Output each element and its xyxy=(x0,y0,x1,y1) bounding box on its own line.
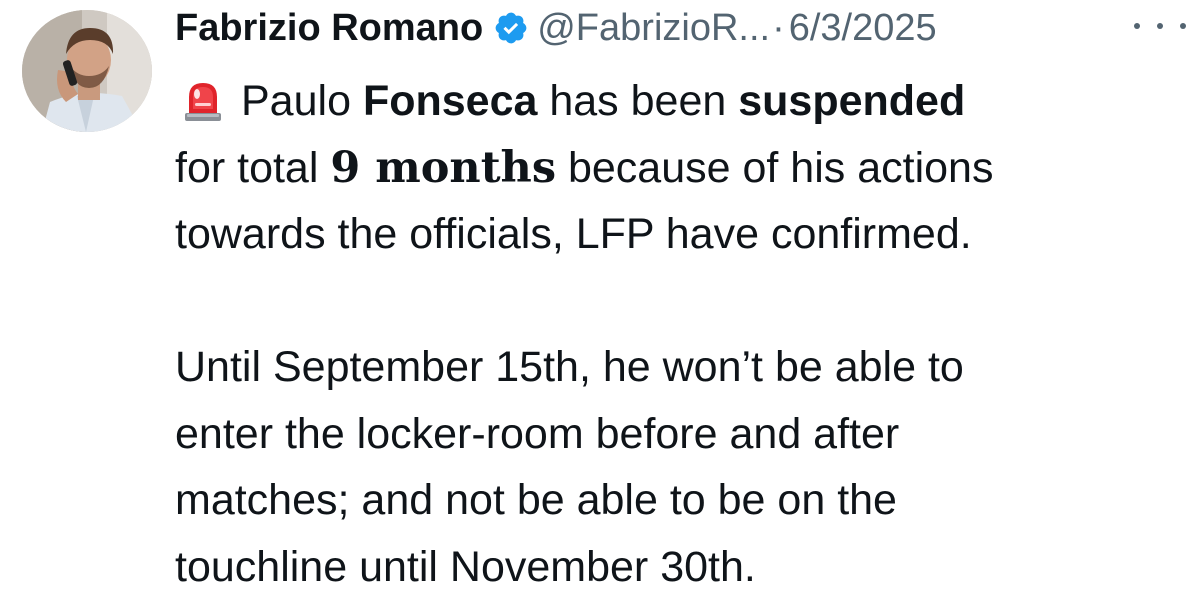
tweet-card[interactable]: Fabrizio Romano @FabrizioR... · 6/3/2025 xyxy=(0,0,1200,588)
paragraph-break xyxy=(175,268,1185,335)
tweet-line-5: enter the locker-room before and after xyxy=(175,401,1185,468)
header-separator: · xyxy=(772,7,785,50)
tweet-header: Fabrizio Romano @FabrizioR... · 6/3/2025 xyxy=(175,2,937,54)
tweet-line-7: touchline until November 30th. xyxy=(175,534,1185,600)
tweet-text-bold: suspended xyxy=(738,77,965,125)
tweet-text-segment: Paulo xyxy=(241,77,363,125)
tweet-line-3: towards the officials, LFP have confirme… xyxy=(175,201,1185,268)
tweet-text-bold: Fonseca xyxy=(363,77,537,125)
avatar-photo xyxy=(22,10,152,132)
more-dot-icon xyxy=(1134,23,1140,29)
author-handle[interactable]: @FabrizioR... xyxy=(537,7,770,50)
more-dot-icon xyxy=(1180,23,1186,29)
tweet-text-segment: for total xyxy=(175,144,330,192)
avatar[interactable] xyxy=(22,10,152,132)
more-options-button[interactable] xyxy=(1130,14,1190,38)
more-dot-icon xyxy=(1157,23,1163,29)
tweet-line-1: Paulo Fonseca has been suspended xyxy=(175,68,1185,135)
tweet-line-4: Until September 15th, he won’t be able t… xyxy=(175,334,1185,401)
verified-badge-icon xyxy=(493,10,529,46)
tweet-date[interactable]: 6/3/2025 xyxy=(789,7,937,50)
siren-emoji-icon xyxy=(183,74,223,116)
tweet-line-6: matches; and not be able to be on the xyxy=(175,467,1185,534)
tweet-text-segment: has been xyxy=(537,77,738,125)
author-display-name[interactable]: Fabrizio Romano xyxy=(175,7,483,50)
tweet-text: Paulo Fonseca has been suspended for tot… xyxy=(175,68,1185,600)
tweet-line-2: for total 9 months because of his action… xyxy=(175,135,1185,202)
tweet-text-bold: 9 months xyxy=(330,143,556,193)
tweet-text-segment: because of his actions xyxy=(556,144,993,192)
